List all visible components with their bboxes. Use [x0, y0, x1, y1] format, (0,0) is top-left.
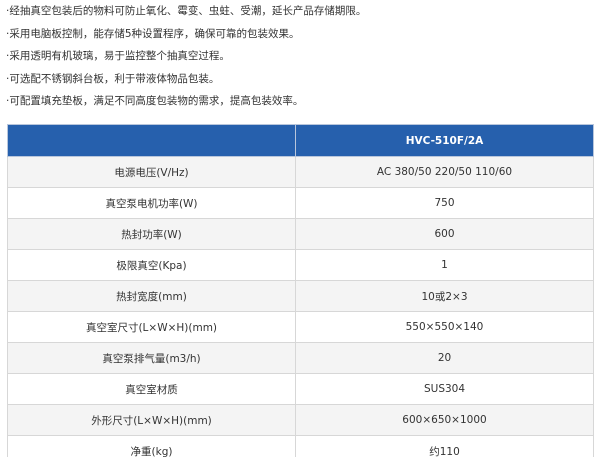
table-header-row: HVC-510F/2A: [7, 124, 594, 157]
table-row: 真空泵排气量(m3/h) 20: [7, 342, 594, 374]
spec-value: AC 380/50 220/50 110/60: [295, 156, 594, 188]
spec-value: 550×550×140: [295, 311, 594, 343]
header-model-cell: HVC-510F/2A: [295, 124, 594, 157]
spec-label: 净重(kg): [7, 435, 296, 457]
table-row: 热封功率(W) 600: [7, 218, 594, 250]
spec-label: 真空泵电机功率(W): [7, 187, 296, 219]
table-row: 真空泵电机功率(W) 750: [7, 187, 594, 219]
spec-value: 750: [295, 187, 594, 219]
feature-item: ·可配置填充垫板，满足不同高度包装物的需求，提高包装效率。: [6, 95, 304, 107]
spec-label: 外形尺寸(L×W×H)(mm): [7, 404, 296, 436]
spec-label: 热封功率(W): [7, 218, 296, 250]
spec-label: 热封宽度(mm): [7, 280, 296, 312]
table-row: 真空室尺寸(L×W×H)(mm) 550×550×140: [7, 311, 594, 343]
table-row: 净重(kg) 约110: [7, 435, 594, 457]
table-row: 真空室材质 SUS304: [7, 373, 594, 405]
spec-table: HVC-510F/2A 电源电压(V/Hz) AC 380/50 220/50 …: [7, 124, 594, 457]
header-label-cell: [7, 124, 296, 157]
spec-label: 真空室尺寸(L×W×H)(mm): [7, 311, 296, 343]
feature-item: ·经抽真空包装后的物料可防止氧化、霉变、虫蛀、受潮，延长产品存储期限。: [6, 5, 367, 17]
spec-label: 电源电压(V/Hz): [7, 156, 296, 188]
spec-value: SUS304: [295, 373, 594, 405]
table-row: 电源电压(V/Hz) AC 380/50 220/50 110/60: [7, 156, 594, 188]
spec-label: 真空室材质: [7, 373, 296, 405]
table-row: 热封宽度(mm) 10或2×3: [7, 280, 594, 312]
table-row: 外形尺寸(L×W×H)(mm) 600×650×1000: [7, 404, 594, 436]
spec-value: 20: [295, 342, 594, 374]
feature-list: ·经抽真空包装后的物料可防止氧化、霉变、虫蛀、受潮，延长产品存储期限。 ·采用电…: [6, 0, 596, 113]
spec-value: 600: [295, 218, 594, 250]
spec-value: 约110: [295, 435, 594, 457]
feature-item: ·可选配不锈钢斜台板，利于带液体物品包装。: [6, 72, 220, 85]
spec-value: 1: [295, 249, 594, 281]
spec-value: 600×650×1000: [295, 404, 594, 436]
spec-label: 真空泵排气量(m3/h): [7, 342, 296, 374]
feature-item: ·采用电脑板控制，能存储5种设置程序，确保可靠的包装效果。: [6, 27, 300, 40]
spec-value: 10或2×3: [295, 280, 594, 312]
feature-item: ·采用透明有机玻璃，易于监控整个抽真空过程。: [6, 50, 230, 62]
table-row: 极限真空(Kpa) 1: [7, 249, 594, 281]
spec-label: 极限真空(Kpa): [7, 249, 296, 281]
